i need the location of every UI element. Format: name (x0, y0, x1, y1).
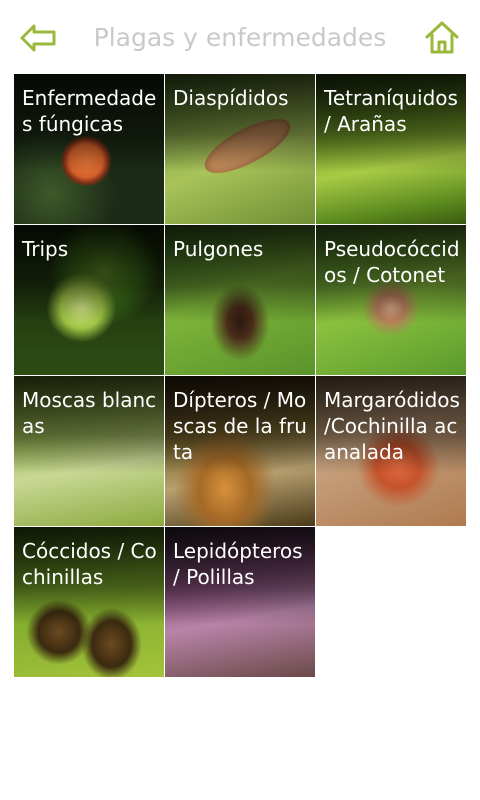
tile-dipteros[interactable]: Dípteros / Moscas de la fruta (165, 376, 315, 526)
category-grid: Enfermedades fúngicas Diaspídidos Tetran… (14, 74, 467, 678)
tile-coccidos[interactable]: Cóccidos / Cochinillas (14, 527, 164, 677)
tile-pseudococcidos[interactable]: Pseudocóccidos / Cotonet (316, 225, 466, 375)
tile-lepidopteros[interactable]: Lepidópteros / Polillas (165, 527, 315, 677)
tile-label: Pulgones (173, 237, 264, 261)
tile-label: Pseudocóccidos / Cotonet (324, 237, 460, 287)
tile-label: Diaspídidos (173, 86, 289, 110)
tile-tetraniquidos[interactable]: Tetraníquidos / Arañas (316, 74, 466, 224)
tile-label: Margaródidos /Cochinilla acanalada (324, 388, 460, 464)
home-button[interactable] (422, 17, 462, 57)
tile-label: Enfermedades fúngicas (22, 86, 157, 136)
tile-pulgones[interactable]: Pulgones (165, 225, 315, 375)
tile-margarodidos[interactable]: Margaródidos /Cochinilla acanalada (316, 376, 466, 526)
back-button[interactable] (18, 18, 58, 58)
tile-diaspididos[interactable]: Diaspídidos (165, 74, 315, 224)
tile-label: Tetraníquidos / Arañas (324, 86, 458, 136)
tile-label: Trips (22, 237, 69, 261)
tile-label: Dípteros / Moscas de la fruta (173, 388, 307, 464)
tile-enfermedades-fungicas[interactable]: Enfermedades fúngicas (14, 74, 164, 224)
tile-moscas-blancas[interactable]: Moscas blancas (14, 376, 164, 526)
home-icon (425, 21, 459, 54)
tile-label: Cóccidos / Cochinillas (22, 539, 157, 589)
back-arrow-icon (20, 24, 56, 52)
tile-trips[interactable]: Trips (14, 225, 164, 375)
tile-label: Lepidópteros / Polillas (173, 539, 303, 589)
top-bar: Plagas y enfermedades (0, 0, 480, 76)
page-title: Plagas y enfermedades (93, 23, 387, 52)
tile-label: Moscas blancas (22, 388, 157, 438)
